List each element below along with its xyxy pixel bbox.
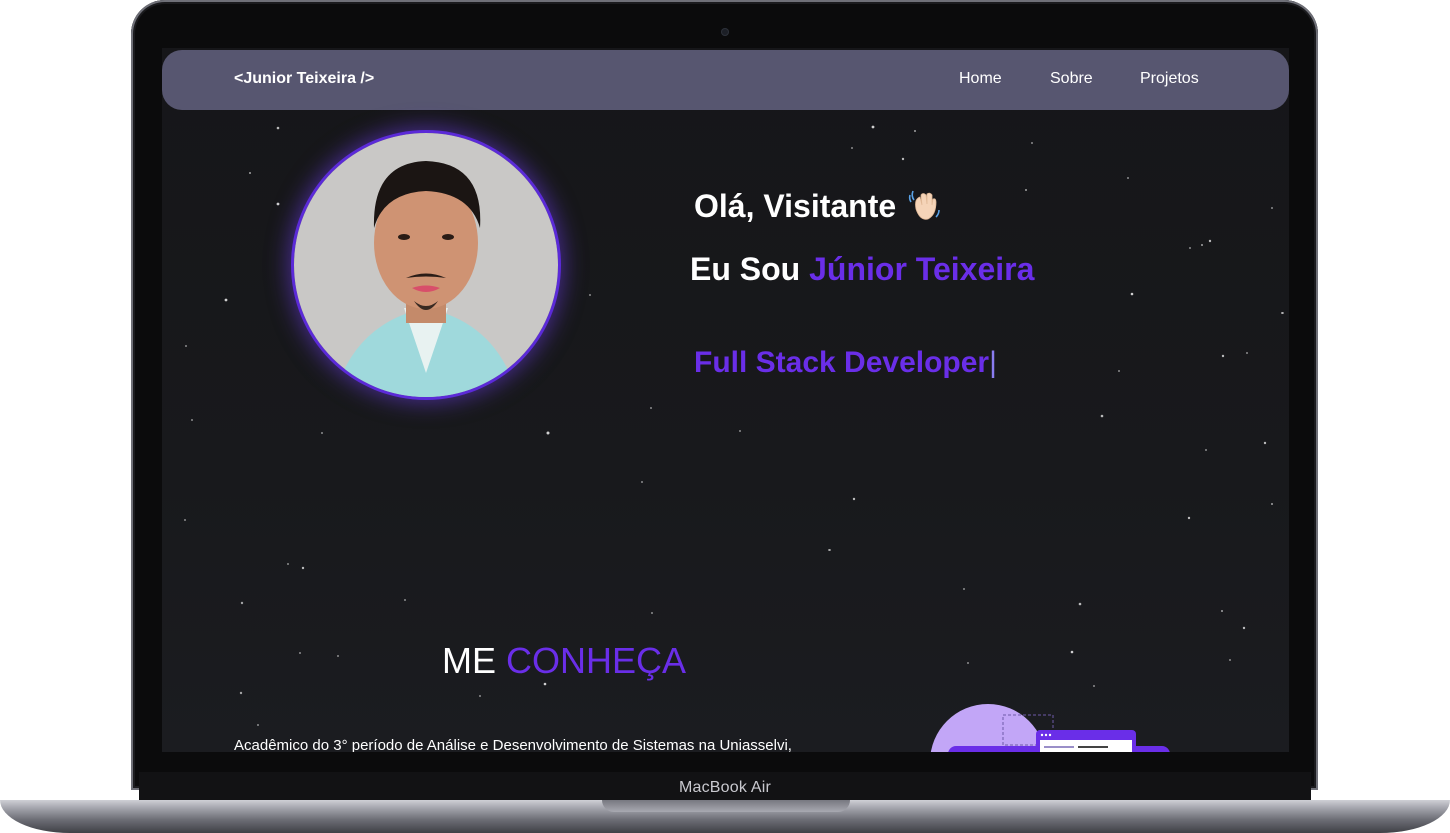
nav-link-home[interactable]: Home: [959, 70, 1002, 88]
device-model-label: MacBook Air: [678, 779, 771, 796]
typing-cursor: |: [989, 346, 997, 379]
nav-link-projetos[interactable]: Projetos: [1140, 70, 1199, 88]
browser-screen: <Junior Teixeira /> Home Sobre Projetos …: [162, 48, 1289, 752]
about-section-title: ME CONHEÇA: [442, 640, 686, 682]
hero-name: Júnior Teixeira: [809, 251, 1035, 287]
top-navbar: <Junior Teixeira /> Home Sobre Projetos: [162, 50, 1289, 110]
nav-link-sobre[interactable]: Sobre: [1050, 70, 1093, 88]
intro-prefix: Eu Sou: [690, 251, 801, 287]
brand-logo[interactable]: <Junior Teixeira />: [234, 70, 374, 88]
starfield-background: [184, 102, 1284, 726]
laptop-hinge-notch: [602, 800, 850, 812]
hero-intro: Eu Sou Júnior Teixeira: [690, 251, 1034, 288]
greeting-text: Olá, Visitante: [694, 188, 897, 224]
about-title-white: ME: [442, 640, 496, 681]
about-paragraph: Acadêmico do 3° período de Análise e Des…: [234, 737, 792, 752]
about-title-accent: CONHEÇA: [506, 640, 687, 681]
profile-photo: [294, 133, 558, 397]
developer-illustration: [930, 704, 1170, 752]
role-text: Full Stack Developer: [694, 346, 990, 379]
hero-greeting: Olá, Visitante: [694, 187, 942, 225]
camera-icon: [721, 28, 729, 36]
hero-role: Full Stack Developer|: [694, 346, 997, 380]
waving-hand-icon: [906, 187, 942, 223]
